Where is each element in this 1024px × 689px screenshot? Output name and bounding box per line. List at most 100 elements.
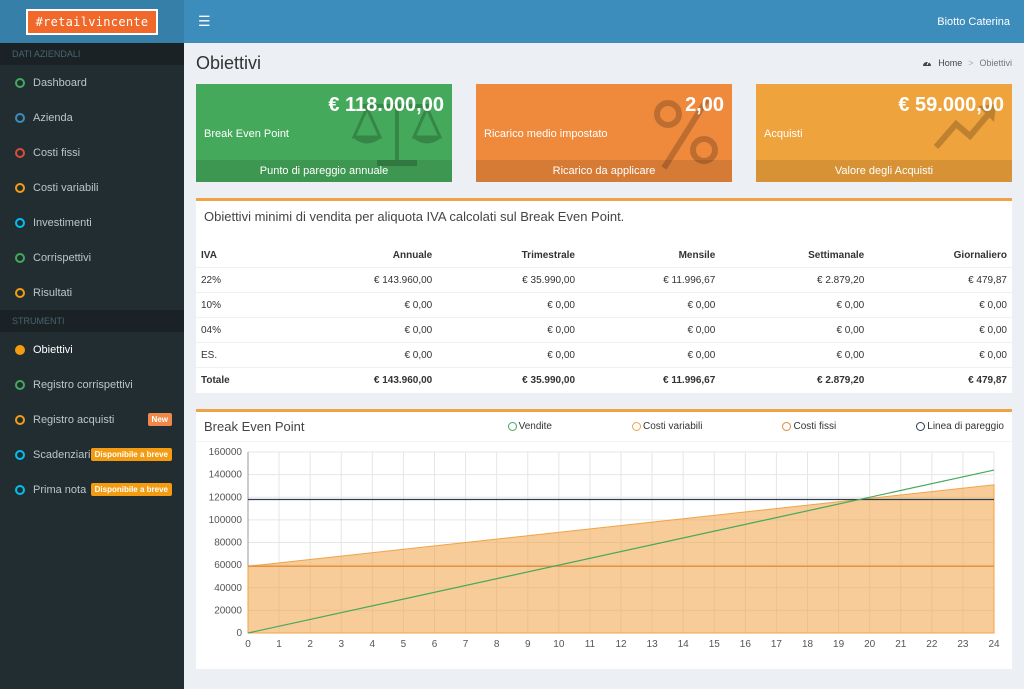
legend-item[interactable]: Costi variabili [632,421,702,432]
chart-legend: Vendite Costi variabili Costi fissi Linea d… [507,420,1004,432]
circle-icon [15,112,25,123]
sidebar-item-label: Registro corrispettivi [33,378,133,391]
table-cell: € 0,00 [580,342,721,368]
table-cell: ES. [196,342,284,368]
sidebar-item-corrispettivi[interactable]: Corrispettivi [0,240,184,275]
sidebar-item-costi-variabili[interactable]: Costi variabili [0,170,184,205]
table-cell: 04% [196,317,284,343]
table-cell: € 0,00 [437,317,580,343]
sidebar-item-azienda[interactable]: Azienda [0,100,184,135]
x-tick-label: 23 [957,639,969,650]
sidebar-item-scadenziario[interactable]: Scadenziario Disponibile a breve [0,437,184,472]
legend-item[interactable]: Linea di pareggio [916,421,1004,432]
table-cell: Totale [196,367,284,393]
status-badge: New [147,413,172,426]
chart-panel: Break Even Point Vendite Costi variabili C… [196,408,1012,669]
table-cell: € 0,00 [580,317,721,343]
y-tick-label: 0 [236,628,242,639]
sidebar-item-dashboard[interactable]: Dashboard [0,65,184,100]
sidebar-item-label: Azienda [33,111,73,124]
breadcrumb-current: Obiettivi [979,58,1012,68]
breadcrumb-home[interactable]: Home [938,58,962,68]
logo[interactable]: #retailvincente [25,8,159,35]
table-cell: 10% [196,292,284,318]
x-tick-label: 5 [401,639,407,650]
stat-label: Acquisti [764,128,803,140]
stat-value: € 118.000,00 [328,94,444,116]
break-even-chart: 0 20000 40000 60000 80000 100000 120000 140000 1… [209,447,1000,650]
table-cell: € 143.960,00 [283,267,438,293]
stat-footer[interactable]: Ricarico da applicare [476,160,732,182]
table-cell: € 0,00 [720,342,870,368]
legend-marker-icon [632,421,641,431]
circle-icon [15,344,25,355]
table-row: 22% € 143.960,00 € 35.990,00 € 11.996,67 € 2… [196,267,1012,293]
circle-icon [15,77,25,88]
legend-label: Vendite [518,420,552,432]
column-header: Giornaliero [953,250,1007,261]
sidebar-item-prima-nota[interactable]: Prima nota Disponibile a breve [0,472,184,507]
y-tick-label: 100000 [209,514,243,525]
legend-item[interactable]: Costi fissi [782,421,836,432]
column-header: Settimanale [808,250,865,261]
sidebar-item-costi-fissi[interactable]: Costi fissi [0,135,184,170]
x-tick-label: 12 [615,639,627,650]
sidebar-item-label: Costi fissi [33,146,81,159]
stat-footer[interactable]: Punto di pareggio annuale [196,160,452,182]
x-tick-label: 24 [988,639,1000,650]
status-badge: Disponibile a breve [90,483,172,496]
user-name[interactable]: Biotto Caterina [937,16,1010,28]
x-tick-label: 13 [647,639,659,650]
sidebar-section-header: STRUMENTI [0,310,184,332]
legend-item[interactable]: Vendite [507,420,552,432]
sidebar-item-label: Registro acquisti [33,413,115,426]
sidebar-item-investimenti[interactable]: Investimenti [0,205,184,240]
stat-value: € 59.000,00 [898,94,1004,116]
circle-icon [15,484,25,495]
x-tick-label: 8 [494,639,500,650]
table-cell: € 11.996,67 [580,367,721,393]
legend-marker-icon [507,421,517,431]
hamburger-icon[interactable]: ☰ [198,13,211,30]
chart-title: Break Even Point [204,418,305,434]
table-cell: € 0,00 [869,292,1012,318]
column-header: Annuale [392,250,433,261]
page-title: Obiettivi [196,52,262,73]
sidebar-item-obiettivi[interactable]: Obiettivi [0,332,184,367]
x-tick-label: 4 [370,639,376,650]
x-tick-label: 22 [926,639,938,650]
table-cell: € 0,00 [437,292,580,318]
circle-icon [15,147,25,158]
stat-box-ricarico: 2,00 Ricarico medio impostato Ricarico d… [476,84,732,182]
x-tick-label: 3 [338,639,344,650]
circle-icon [15,414,25,425]
y-tick-label: 80000 [214,537,242,548]
legend-label: Costi fissi [793,420,837,432]
breadcrumb-separator: > [968,58,974,68]
table-row: 04% € 0,00 € 0,00 € 0,00 € 0,00 € 0,00 [196,317,1012,343]
sidebar-item-label: Obiettivi [33,343,73,356]
x-tick-label: 11 [585,639,596,650]
table-cell: € 479,87 [869,367,1012,393]
circle-icon [15,217,25,228]
circle-icon [15,449,25,460]
status-badge: Disponibile a breve [90,448,172,461]
table-cell: € 2.879,20 [720,267,870,293]
table-cell: € 0,00 [869,342,1012,368]
table-cell: € 2.879,20 [720,367,870,393]
column-header: Trimestrale [521,250,575,261]
stat-footer[interactable]: Valore degli Acquisti [756,160,1012,182]
table-panel-title: Obiettivi minimi di vendita per aliquota… [204,209,625,224]
sidebar-item-label: Scadenziario [33,448,97,461]
sidebar-item-registro-corrispettivi[interactable]: Registro corrispettivi [0,367,184,402]
stat-label: Break Even Point [204,128,289,140]
circle-icon [15,379,25,390]
x-tick-label: 14 [678,639,690,650]
stat-value: 2,00 [685,94,724,116]
sidebar: #retailvincente DATI AZIENDALI Dashboard… [0,0,184,689]
sidebar-item-risultati[interactable]: Risultati [0,275,184,310]
table-cell: € 0,00 [437,342,580,368]
sidebar-item-registro-acquisti[interactable]: Registro acquisti New [0,402,184,437]
x-tick-label: 18 [802,639,814,650]
x-tick-label: 10 [553,639,565,650]
